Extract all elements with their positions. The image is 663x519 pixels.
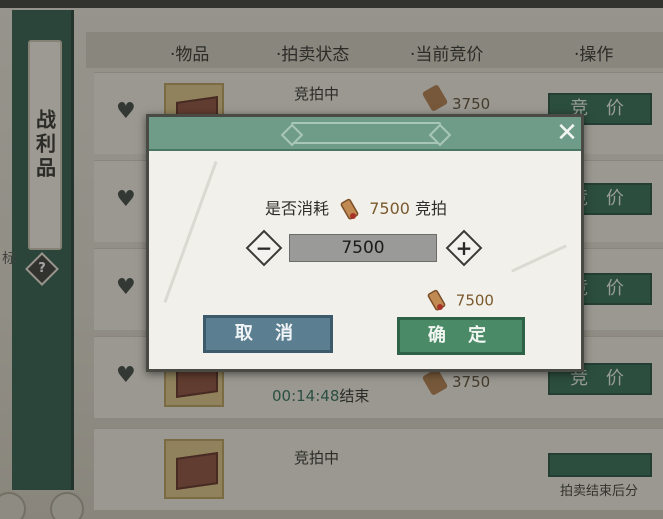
prompt-suffix: 竞拍 [415,199,448,218]
header-ornament [291,122,441,144]
bid-amount-field[interactable]: 7500 [289,234,437,262]
prompt-amount: 7500 [369,199,410,218]
cancel-button[interactable]: 取 消 [203,315,333,353]
increase-button[interactable]: + [445,229,483,267]
close-icon[interactable]: ✕ [553,119,581,147]
bamboo-decor [163,161,218,303]
token-icon [427,289,446,311]
bid-dialog: ✕ 是否消耗 7500 竞拍 − 7500 + 7500 取 消 确 定 [146,114,584,372]
plus-icon: + [455,236,473,260]
confirm-button[interactable]: 确 定 [397,317,525,355]
balance: 7500 [421,289,494,313]
dialog-header: ✕ [149,117,581,151]
token-icon [340,198,359,219]
decrease-button[interactable]: − [245,229,283,267]
prompt-prefix: 是否消耗 [265,199,330,218]
bamboo-decor [511,244,567,273]
bid-prompt: 是否消耗 7500 竞拍 [265,195,447,222]
balance-value: 7500 [455,291,494,310]
minus-icon: − [255,236,273,260]
